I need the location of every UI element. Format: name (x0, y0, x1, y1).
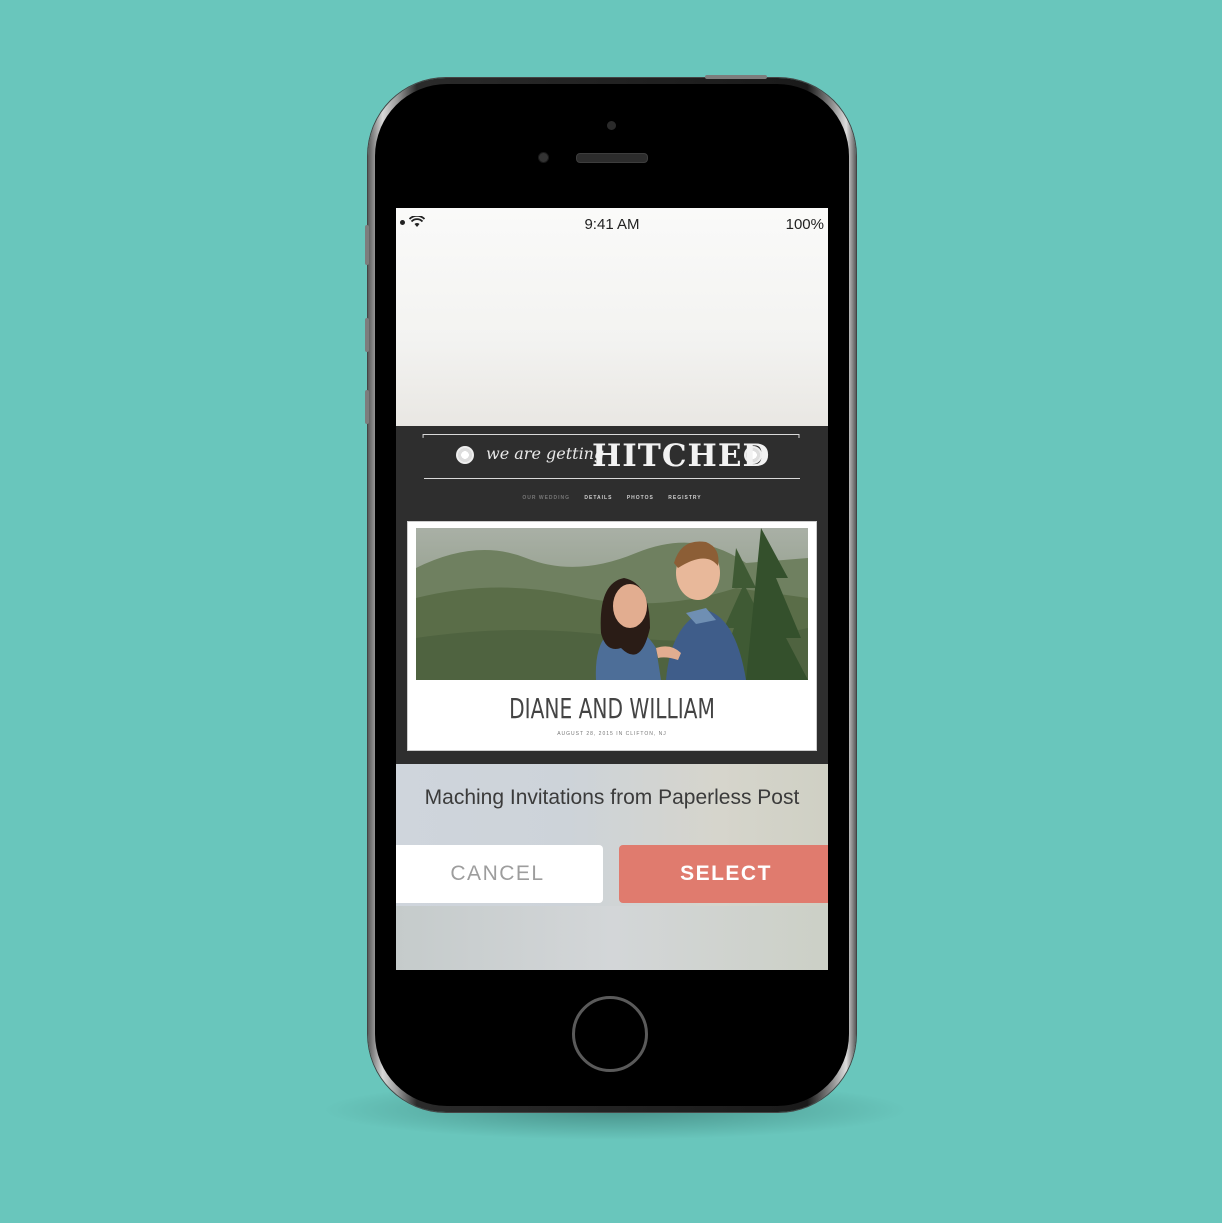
home-button[interactable] (572, 996, 648, 1072)
cancel-button[interactable]: CANCEL (396, 845, 603, 903)
headline: HITCHED (592, 438, 771, 474)
select-button[interactable]: SELECT (619, 845, 828, 903)
phone-screen: 9:41 AM 100% ⌐ ¬ we are getting HITCHED … (396, 208, 828, 970)
earpiece-speaker (576, 153, 648, 163)
flower-icon (456, 446, 474, 464)
nav-item-our-wedding[interactable]: OUR WEDDING (522, 495, 570, 501)
front-camera-icon (607, 121, 616, 130)
nav-item-details[interactable]: DETAILS (584, 495, 612, 501)
script-tagline: we are getting (486, 444, 605, 463)
couple-photo-illustration (416, 528, 808, 680)
volume-down-button (365, 390, 369, 424)
banner-right-curl: ¬ (792, 426, 801, 442)
status-time: 9:41 AM (584, 216, 640, 233)
website-nav: OUR WEDDING DETAILS PHOTOS REGISTRY (396, 495, 828, 501)
status-bar: 9:41 AM 100% (396, 208, 828, 240)
nav-item-registry[interactable]: REGISTRY (668, 495, 701, 501)
action-sheet: Maching Invitations from Paperless Post … (396, 764, 828, 970)
blurred-background (396, 208, 828, 426)
battery-percentage: 100% (785, 216, 824, 233)
wedding-date: AUGUST 28, 2015 IN CLIFTON, NJ (557, 731, 667, 737)
banner-top-line (426, 434, 798, 435)
banner-bottom-line (424, 478, 800, 479)
banner-left-curl: ⌐ (422, 426, 431, 442)
couple-names: DIANE AND WILLIAM (509, 692, 715, 725)
mute-switch (365, 225, 369, 265)
power-button (705, 75, 767, 79)
website-header: ⌐ ¬ we are getting HITCHED OUR WEDDING D… (396, 426, 828, 520)
sensor-icon (538, 152, 549, 163)
volume-up-button (365, 318, 369, 352)
invitation-card: DIANE AND WILLIAM AUGUST 28, 2015 IN CLI… (407, 521, 817, 751)
nav-item-photos[interactable]: PHOTOS (627, 495, 654, 501)
couple-photo (416, 528, 808, 680)
action-sheet-lower-blur (396, 906, 828, 970)
website-body: DIANE AND WILLIAM AUGUST 28, 2015 IN CLI… (396, 520, 828, 764)
action-sheet-title: Maching Invitations from Paperless Post (424, 786, 800, 809)
